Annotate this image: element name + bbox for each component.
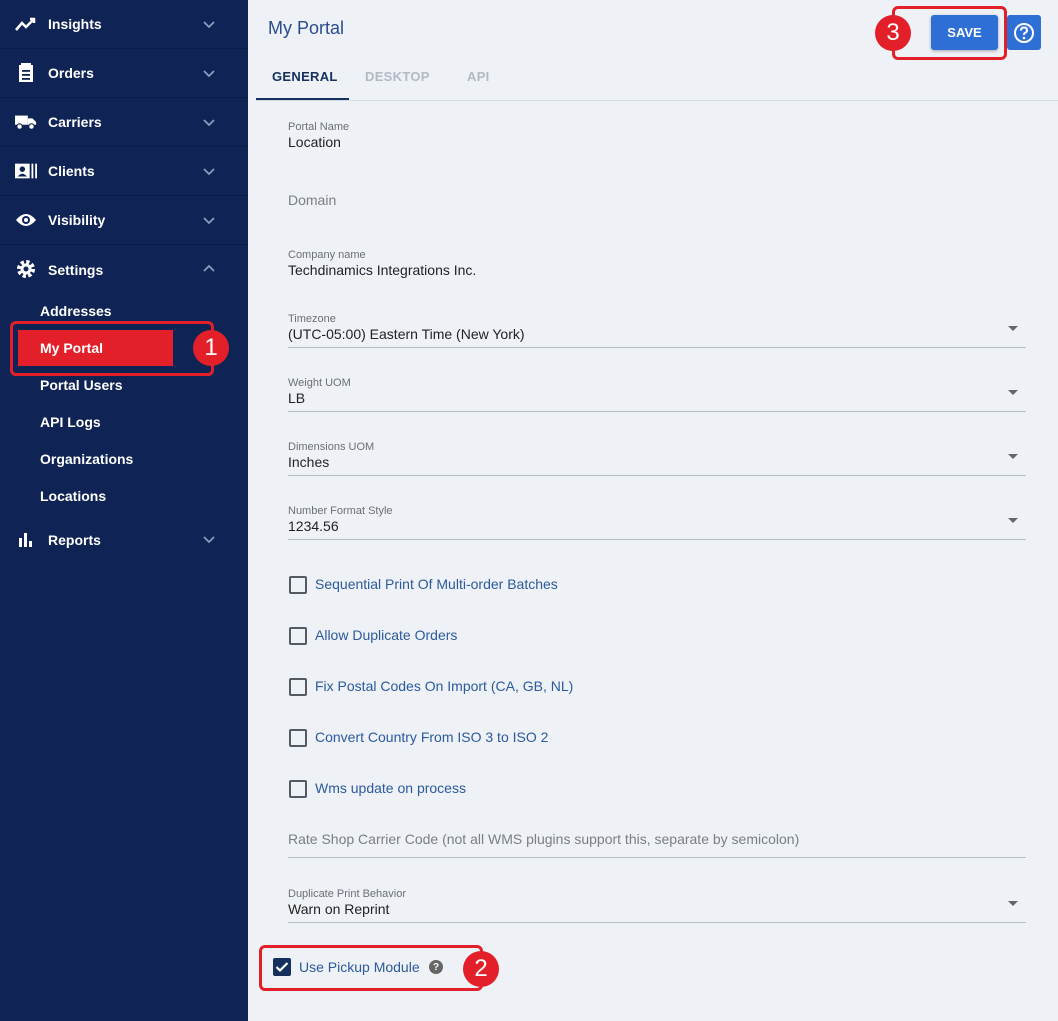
sidebar-subitem-portal-users[interactable]: Portal Users — [40, 377, 122, 393]
checkbox-label[interactable]: Fix Postal Codes On Import (CA, GB, NL) — [315, 678, 573, 694]
portal-name-caption: Portal Name — [288, 121, 350, 133]
field-underline — [288, 347, 1026, 348]
company-name-caption: Company name — [288, 249, 366, 261]
chevron-down-icon — [203, 21, 215, 29]
dropdown-arrow-icon[interactable] — [1008, 901, 1018, 906]
weight-uom-select[interactable]: LB — [288, 390, 305, 406]
rate-shop-carrier-code-field[interactable]: Rate Shop Carrier Code (not all WMS plug… — [288, 831, 799, 847]
number-format-caption: Number Format Style — [288, 505, 393, 517]
checkbox-label[interactable]: Sequential Print Of Multi-order Batches — [315, 576, 558, 592]
save-button[interactable]: SAVE — [931, 15, 998, 50]
dropdown-arrow-icon[interactable] — [1008, 326, 1018, 331]
dropdown-arrow-icon[interactable] — [1008, 454, 1018, 459]
sidebar-item-label: Insights — [48, 16, 102, 32]
bar-chart-icon — [15, 529, 37, 549]
dropdown-arrow-icon[interactable] — [1008, 518, 1018, 523]
sidebar-item-settings[interactable]: Settings — [0, 245, 248, 294]
chevron-down-icon — [203, 217, 215, 225]
checkbox-label[interactable]: Wms update on process — [315, 780, 466, 796]
annotation-badge-1: 1 — [193, 330, 229, 366]
chevron-down-icon — [203, 119, 215, 127]
sidebar-subitem-locations[interactable]: Locations — [40, 488, 106, 504]
use-pickup-module-label[interactable]: Use Pickup Module — [299, 959, 420, 975]
checkmark-icon — [275, 962, 289, 973]
sidebar-item-label: Visibility — [48, 212, 106, 228]
sidebar-item-reports[interactable]: Reports — [0, 515, 248, 564]
tab-general[interactable]: GENERAL — [272, 69, 338, 84]
checkbox-label[interactable]: Allow Duplicate Orders — [315, 627, 457, 643]
contact-card-icon — [15, 161, 37, 181]
sidebar-item-clients[interactable]: Clients — [0, 147, 248, 196]
trending-up-icon — [15, 14, 37, 34]
sidebar-item-label: Orders — [48, 65, 94, 81]
dimensions-uom-caption: Dimensions UOM — [288, 441, 375, 453]
help-button[interactable] — [1007, 15, 1041, 50]
tab-api[interactable]: API — [467, 69, 490, 84]
annotation-badge-3: 3 — [875, 15, 911, 51]
weight-uom-caption: Weight UOM — [288, 377, 351, 389]
annotation-badge-2: 2 — [463, 951, 499, 987]
sidebar-subitem-addresses[interactable]: Addresses — [40, 303, 112, 319]
gear-icon — [15, 259, 37, 279]
sequential-print-checkbox[interactable] — [289, 576, 307, 594]
sidebar-item-label: Carriers — [48, 114, 102, 130]
chevron-down-icon — [203, 168, 215, 176]
sidebar-item-carriers[interactable]: Carriers — [0, 98, 248, 147]
field-underline — [288, 539, 1026, 540]
chevron-down-icon — [203, 70, 215, 78]
sidebar-subitem-organizations[interactable]: Organizations — [40, 451, 133, 467]
duplicate-print-caption: Duplicate Print Behavior — [288, 888, 407, 900]
sidebar-item-insights[interactable]: Insights — [0, 0, 248, 49]
clipboard-icon — [15, 63, 37, 83]
timezone-caption: Timezone — [288, 313, 336, 325]
field-underline — [288, 857, 1026, 858]
dimensions-uom-select[interactable]: Inches — [288, 454, 329, 470]
domain-field[interactable]: Domain — [288, 192, 336, 208]
convert-country-checkbox[interactable] — [289, 729, 307, 747]
field-underline — [288, 922, 1026, 923]
eye-icon — [15, 210, 37, 230]
tab-desktop[interactable]: DESKTOP — [365, 69, 430, 84]
truck-icon — [15, 112, 37, 132]
fix-postal-codes-checkbox[interactable] — [289, 678, 307, 696]
allow-duplicate-orders-checkbox[interactable] — [289, 627, 307, 645]
sidebar-item-label: Clients — [48, 163, 95, 179]
tab-active-indicator — [256, 98, 349, 100]
sidebar-item-orders[interactable]: Orders — [0, 49, 248, 98]
question-icon[interactable]: ? — [429, 960, 443, 974]
sidebar: Insights Orders Carriers Clients Visibil… — [0, 0, 248, 1021]
company-name-field[interactable]: Techdinamics Integrations Inc. — [288, 262, 476, 278]
wms-update-checkbox[interactable] — [289, 780, 307, 798]
chevron-up-icon — [203, 264, 215, 272]
chevron-down-icon — [203, 536, 215, 544]
duplicate-print-select[interactable]: Warn on Reprint — [288, 901, 389, 917]
sidebar-item-visibility[interactable]: Visibility — [0, 196, 248, 245]
use-pickup-module-checkbox[interactable] — [273, 958, 291, 976]
sidebar-item-label: Settings — [48, 261, 104, 278]
timezone-select[interactable]: (UTC-05:00) Eastern Time (New York) — [288, 326, 525, 342]
tabs-divider — [256, 100, 1058, 101]
portal-name-field[interactable]: Location — [288, 134, 341, 150]
annotation-box-1 — [10, 321, 214, 376]
field-underline — [288, 475, 1026, 476]
number-format-select[interactable]: 1234.56 — [288, 518, 339, 534]
help-circle-icon — [1014, 22, 1034, 43]
sidebar-subitem-api-logs[interactable]: API Logs — [40, 414, 101, 430]
page-title: My Portal — [268, 18, 345, 38]
sidebar-item-label: Reports — [48, 531, 101, 548]
field-underline — [288, 411, 1026, 412]
checkbox-label[interactable]: Convert Country From ISO 3 to ISO 2 — [315, 729, 548, 745]
dropdown-arrow-icon[interactable] — [1008, 390, 1018, 395]
